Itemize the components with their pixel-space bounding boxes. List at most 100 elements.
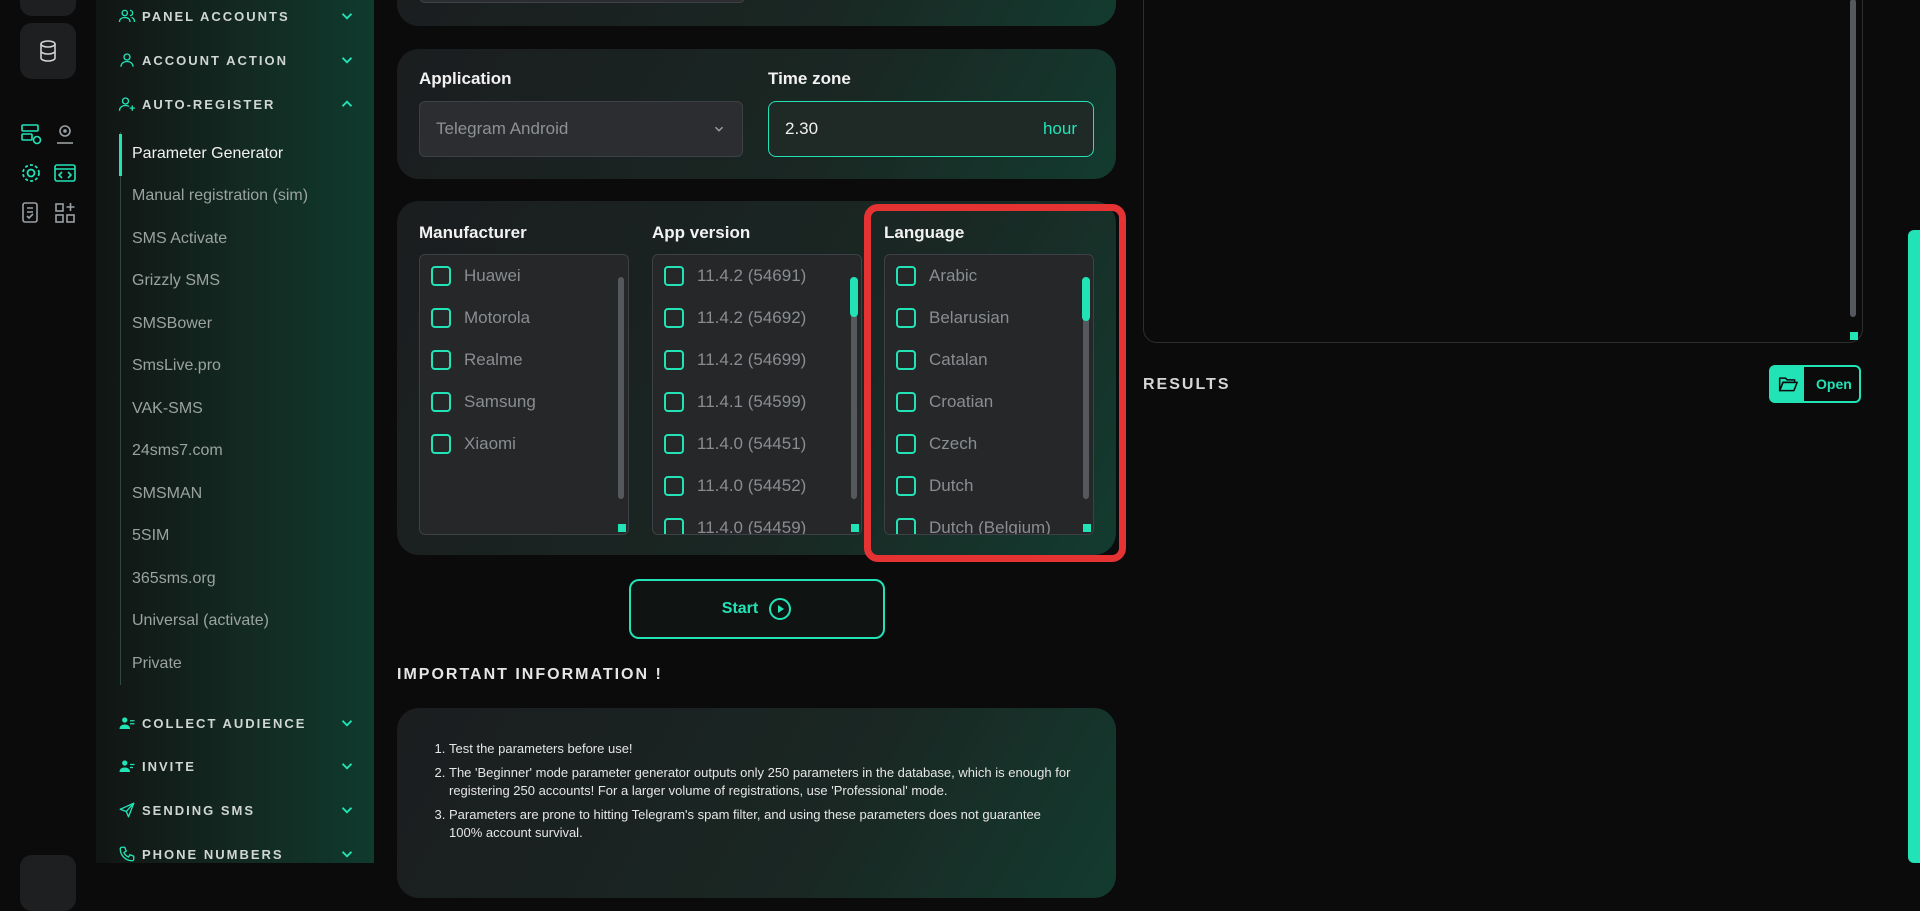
section-sending-sms[interactable]: SENDING SMS xyxy=(118,798,356,822)
code-window-icon[interactable] xyxy=(53,161,77,185)
resize-handle[interactable] xyxy=(851,524,859,532)
sidebar-item-universal[interactable]: Universal (activate) xyxy=(132,612,269,630)
section-title: SENDING SMS xyxy=(142,802,256,818)
app-version-option[interactable]: 11.4.2 (54692) xyxy=(664,306,806,330)
chevron-down-icon xyxy=(341,807,353,814)
users-icon xyxy=(118,9,136,23)
checkbox[interactable] xyxy=(664,350,684,370)
resize-handle[interactable] xyxy=(1850,332,1858,340)
option-label: 11.4.0 (54451) xyxy=(697,434,807,453)
sidebar-item-parameter-generator[interactable]: Parameter Generator xyxy=(132,145,283,163)
application-label: Application xyxy=(419,69,512,88)
checkbox[interactable] xyxy=(664,476,684,496)
manufacturer-option[interactable]: Huawei xyxy=(431,264,521,288)
manufacturer-option[interactable]: Samsung xyxy=(431,390,536,414)
checkbox[interactable] xyxy=(431,266,451,286)
section-phone-numbers[interactable]: PHONE NUMBERS xyxy=(118,842,356,866)
checkbox[interactable] xyxy=(664,266,684,286)
sidebar-item-smsbower[interactable]: SMSBower xyxy=(132,315,212,333)
application-value: Telegram Android xyxy=(436,119,569,138)
resize-handle[interactable] xyxy=(618,524,626,532)
sidebar-item-vak-sms[interactable]: VAK-SMS xyxy=(132,400,203,418)
scrollbar[interactable] xyxy=(1850,0,1856,317)
active-indicator xyxy=(119,134,122,176)
user-add-icon xyxy=(119,760,135,772)
info-card: Test the parameters before use! The 'Beg… xyxy=(397,708,1116,898)
manufacturer-option[interactable]: Motorola xyxy=(431,306,530,330)
section-collect-audience[interactable]: COLLECT AUDIENCE xyxy=(118,711,356,735)
rail-bottom-button[interactable] xyxy=(20,855,76,911)
widgets-icon[interactable] xyxy=(53,201,77,225)
app-version-option[interactable]: 11.4.2 (54691) xyxy=(664,264,806,288)
checkbox[interactable] xyxy=(664,518,684,534)
app-version-label: App version xyxy=(652,223,751,242)
app-version-option[interactable]: 11.4.0 (54451) xyxy=(664,432,806,456)
info-item: Parameters are prone to hitting Telegram… xyxy=(449,806,1076,842)
sidebar-item-smsman[interactable]: SMSMAN xyxy=(132,485,202,503)
section-account-action[interactable]: ACCOUNT ACTION xyxy=(118,48,356,72)
scrollbar-thumb[interactable] xyxy=(850,277,858,317)
manufacturer-label: Manufacturer xyxy=(419,223,527,242)
info-list: Test the parameters before use! The 'Beg… xyxy=(427,740,1076,842)
option-label: 11.4.0 (54459) xyxy=(697,518,807,535)
gear-icon[interactable] xyxy=(19,161,43,185)
checkbox[interactable] xyxy=(431,434,451,454)
checkbox[interactable] xyxy=(664,434,684,454)
checkbox[interactable] xyxy=(431,350,451,370)
sidebar-item-private[interactable]: Private xyxy=(132,655,182,673)
app-version-option[interactable]: 11.4.0 (54459) xyxy=(664,516,807,535)
sidebar-item-grizzly-sms[interactable]: Grizzly SMS xyxy=(132,272,220,290)
checkbox[interactable] xyxy=(431,308,451,328)
users-icon xyxy=(119,717,135,729)
option-label: Huawei xyxy=(464,266,521,285)
manufacturer-list[interactable]: Huawei Motorola Realme Samsung Xiaomi xyxy=(419,254,629,535)
sidebar-item-5sim[interactable]: 5SIM xyxy=(132,527,169,545)
top-card xyxy=(397,0,1116,26)
section-title: COLLECT AUDIENCE xyxy=(142,715,307,731)
location-pin-icon[interactable] xyxy=(53,122,77,146)
checklist-icon[interactable] xyxy=(19,201,43,225)
section-invite[interactable]: INVITE xyxy=(118,754,356,778)
application-card: Application Telegram Android Time zone 2… xyxy=(397,49,1116,179)
info-item: The 'Beginner' mode parameter generator … xyxy=(449,764,1076,800)
log-textarea[interactable] xyxy=(1143,0,1863,343)
results-heading: RESULTS xyxy=(1143,376,1231,393)
sidebar-item-365sms[interactable]: 365sms.org xyxy=(132,570,216,588)
option-label: 11.4.2 (54692) xyxy=(697,308,807,327)
app-version-option[interactable]: 11.4.1 (54599) xyxy=(664,390,806,414)
checkbox[interactable] xyxy=(431,392,451,412)
info-heading: IMPORTANT INFORMATION ! xyxy=(397,666,663,683)
icon-rail xyxy=(0,0,96,911)
app-version-list[interactable]: 11.4.2 (54691) 11.4.2 (54692) 11.4.2 (54… xyxy=(652,254,862,535)
manufacturer-option[interactable]: Xiaomi xyxy=(431,432,516,456)
checkbox[interactable] xyxy=(664,392,684,412)
option-label: Realme xyxy=(464,350,523,369)
database-button[interactable] xyxy=(20,23,76,79)
sidebar-item-24sms7[interactable]: 24sms7.com xyxy=(132,442,223,460)
sidebar-item-manual-registration[interactable]: Manual registration (sim) xyxy=(132,187,308,205)
page-scrollbar-thumb[interactable] xyxy=(1908,230,1920,863)
chevron-down-icon xyxy=(341,763,353,770)
start-button[interactable]: Start xyxy=(629,579,885,639)
submenu-rail xyxy=(120,132,121,685)
app-version-option[interactable]: 11.4.0 (54452) xyxy=(664,474,806,498)
chevron-up-icon xyxy=(341,100,353,107)
option-label: Samsung xyxy=(464,392,536,411)
sidebar-item-sms-activate[interactable]: SMS Activate xyxy=(132,230,227,248)
scrollbar[interactable] xyxy=(618,277,624,499)
app-version-option[interactable]: 11.4.2 (54699) xyxy=(664,348,806,372)
application-select[interactable]: Telegram Android xyxy=(419,101,743,157)
chevron-down-icon xyxy=(714,126,724,132)
sidebar-item-smslive[interactable]: SmsLive.pro xyxy=(132,357,221,375)
open-button[interactable]: Open xyxy=(1769,365,1861,403)
manufacturer-option[interactable]: Realme xyxy=(431,348,523,372)
checkbox[interactable] xyxy=(664,308,684,328)
timezone-input[interactable]: 2.30 hour xyxy=(768,101,1094,157)
language-highlight-box xyxy=(864,204,1126,562)
section-auto-register[interactable]: AUTO-REGISTER xyxy=(118,92,356,116)
top-field[interactable] xyxy=(419,0,745,3)
server-list-icon[interactable] xyxy=(19,122,43,146)
rail-top-button[interactable] xyxy=(20,0,76,16)
section-panel-accounts[interactable]: PANEL ACCOUNTS xyxy=(118,4,356,28)
phone-icon xyxy=(119,846,135,862)
